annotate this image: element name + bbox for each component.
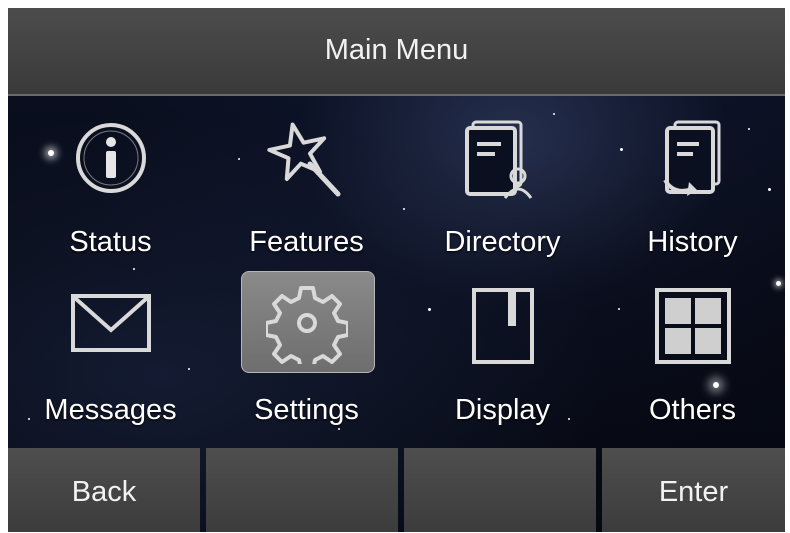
menu-item-settings[interactable]: Settings <box>209 276 404 446</box>
menu-item-features[interactable]: Features <box>209 108 404 278</box>
envelope-icon <box>70 294 151 352</box>
display-icon <box>471 288 534 364</box>
menu-item-label: Display <box>454 394 551 426</box>
menu-item-status[interactable]: Status <box>13 108 208 278</box>
softkey-2[interactable] <box>206 448 398 532</box>
enter-softkey[interactable]: Enter <box>602 448 785 532</box>
title-bar: Main Menu <box>8 8 785 96</box>
call-history-icon <box>662 120 720 196</box>
menu-item-messages[interactable]: Messages <box>13 276 208 446</box>
menu-item-label: Status <box>69 226 152 258</box>
menu-item-label: Messages <box>44 394 177 426</box>
grid-icon <box>654 288 731 364</box>
contact-book-icon <box>464 120 532 199</box>
phone-screen: Main Menu Status Features Directory Hist… <box>8 8 785 532</box>
menu-item-directory[interactable]: Directory <box>405 108 600 278</box>
page-title: Main Menu <box>324 34 469 66</box>
menu-item-label: Features <box>249 226 364 258</box>
menu-item-label: Directory <box>444 226 561 258</box>
menu-item-label: Others <box>648 394 737 426</box>
menu-item-label: History <box>647 226 738 258</box>
menu-item-history[interactable]: History <box>595 108 785 278</box>
menu-item-others[interactable]: Others <box>595 276 785 446</box>
softkey-3[interactable] <box>404 448 596 532</box>
softkey-bar: Back Enter <box>8 448 785 532</box>
info-icon <box>75 123 146 193</box>
menu-item-display[interactable]: Display <box>405 276 600 446</box>
magic-wand-icon <box>266 122 340 197</box>
gear-icon <box>265 286 348 364</box>
menu-item-label: Settings <box>254 394 359 426</box>
enter-softkey-label: Enter <box>658 476 729 508</box>
back-softkey-label: Back <box>71 476 137 508</box>
back-softkey[interactable]: Back <box>8 448 200 532</box>
